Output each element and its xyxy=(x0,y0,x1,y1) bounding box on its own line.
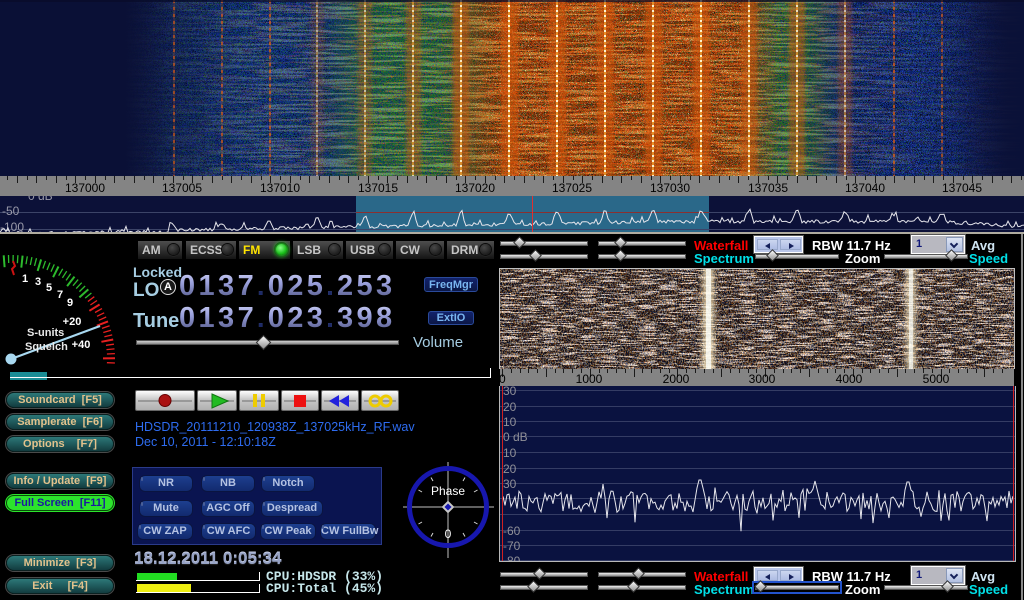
svg-text:S-units: S-units xyxy=(27,327,64,339)
svg-text:7: 7 xyxy=(57,289,63,301)
svg-text:3: 3 xyxy=(35,276,41,288)
svg-text:0: 0 xyxy=(445,527,452,541)
svg-text:1: 1 xyxy=(22,273,28,285)
svg-text:Phase: Phase xyxy=(431,484,465,498)
svg-text:+40: +40 xyxy=(72,339,91,351)
svg-text:+20: +20 xyxy=(63,316,82,328)
svg-text:9: 9 xyxy=(67,297,73,309)
svg-text:5: 5 xyxy=(46,282,52,294)
svg-text:Squelch: Squelch xyxy=(25,341,68,353)
